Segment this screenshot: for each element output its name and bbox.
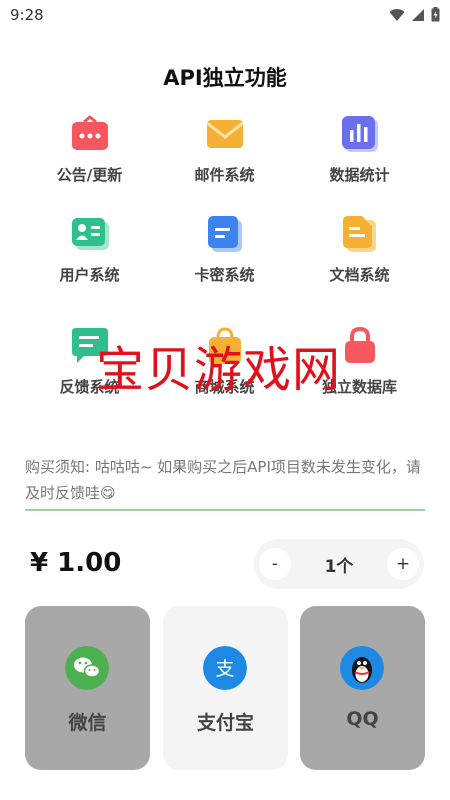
- quantity-value: 1个: [324, 557, 354, 577]
- status-bar: 9:28: [0, 0, 450, 32]
- feature-card-key[interactable]: 卡密系统: [157, 208, 292, 298]
- status-time: 9:28: [10, 6, 44, 24]
- announcement-icon: [72, 115, 108, 150]
- wechat-icon: [65, 646, 109, 690]
- feature-feedback[interactable]: 反馈系统: [22, 320, 157, 410]
- shop-bag-icon: [209, 327, 241, 364]
- database-lock-icon: [345, 326, 375, 363]
- pay-alipay-button[interactable]: 支 支付宝: [163, 606, 288, 770]
- notice-divider: [25, 509, 425, 511]
- feature-document[interactable]: 文档系统: [292, 208, 427, 298]
- qq-penguin-icon: [340, 646, 384, 690]
- feature-mail[interactable]: 邮件系统: [157, 108, 292, 198]
- feature-label: 反馈系统: [59, 378, 120, 396]
- mail-icon: [206, 120, 244, 148]
- quantity-stepper: - 1个 +: [254, 539, 424, 589]
- feature-label: 商城系统: [194, 378, 255, 396]
- pay-label: 支付宝: [196, 712, 254, 734]
- wifi-icon: [389, 8, 405, 21]
- feature-label: 文档系统: [329, 266, 390, 284]
- feature-database[interactable]: 独立数据库: [292, 320, 427, 410]
- feature-label: 公告/更新: [56, 166, 123, 184]
- signal-icon: [412, 8, 424, 21]
- feature-label: 独立数据库: [321, 378, 397, 396]
- feature-label: 数据统计: [329, 166, 390, 184]
- pay-label: QQ: [346, 708, 379, 730]
- document-icon: [343, 216, 376, 252]
- feedback-icon: [72, 328, 108, 363]
- page-title: API独立功能: [163, 66, 287, 90]
- card-document-icon: [208, 216, 242, 252]
- purchase-notice: 购买须知: 咕咕咕~ 如果购买之后API项目数未发生变化，请及时反馈哇😋: [25, 458, 421, 502]
- alipay-icon: 支: [203, 646, 247, 690]
- feature-label: 用户系统: [59, 266, 120, 284]
- pay-wechat-button[interactable]: 微信: [25, 606, 150, 770]
- status-icons: [389, 7, 440, 22]
- pay-qq-button[interactable]: QQ: [300, 606, 425, 770]
- user-card-icon: [72, 218, 109, 250]
- feature-label: 邮件系统: [194, 166, 255, 184]
- feature-user[interactable]: 用户系统: [22, 208, 157, 298]
- increment-button[interactable]: +: [387, 548, 419, 580]
- decrement-button[interactable]: -: [259, 548, 291, 580]
- feature-label: 卡密系统: [194, 266, 255, 284]
- feature-statistics[interactable]: 数据统计: [292, 108, 427, 198]
- price-label: ¥ 1.00: [30, 548, 122, 578]
- statistics-icon: [342, 116, 378, 152]
- pay-label: 微信: [68, 712, 107, 734]
- svg-text:支: 支: [215, 658, 234, 680]
- battery-icon: [431, 7, 440, 22]
- feature-shop[interactable]: 商城系统: [157, 320, 292, 410]
- feature-announcement[interactable]: 公告/更新: [22, 108, 157, 198]
